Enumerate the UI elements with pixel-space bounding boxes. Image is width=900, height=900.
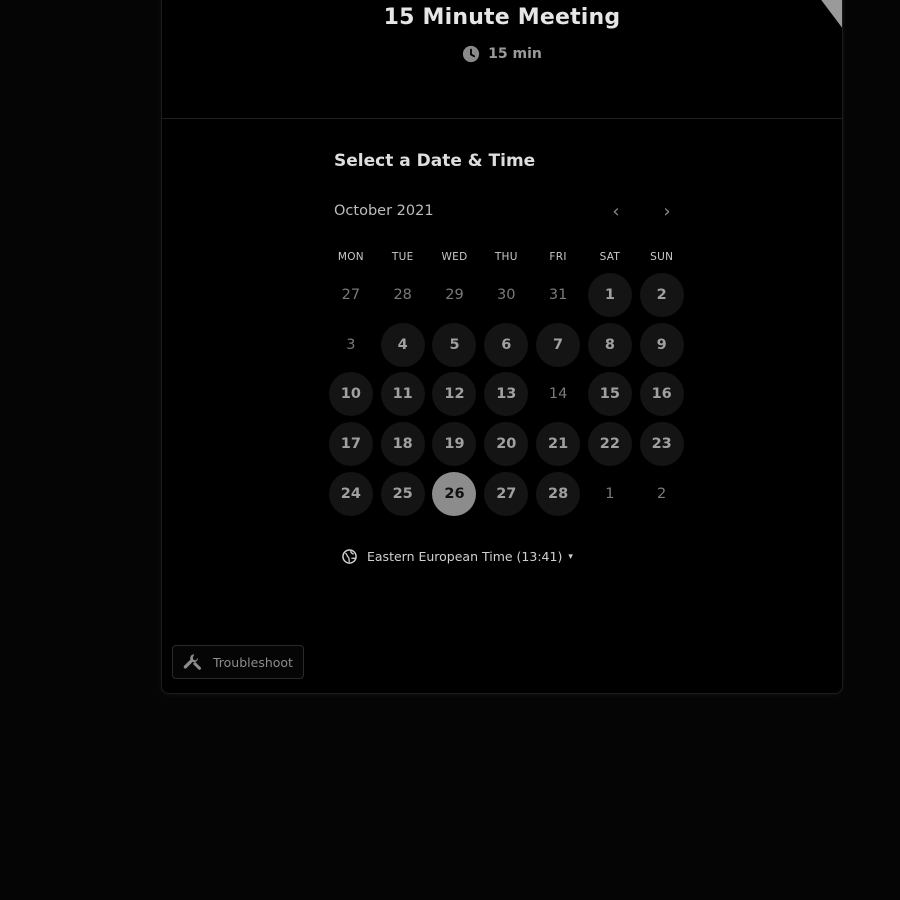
calendar-day-label: 21 bbox=[536, 421, 581, 466]
calendar-day-label: 19 bbox=[432, 421, 477, 466]
month-label: October 2021 bbox=[334, 203, 434, 219]
calendar-day[interactable]: 11 bbox=[377, 369, 429, 419]
calendar-day-label: 30 bbox=[497, 286, 516, 303]
weekday-label: FRI bbox=[549, 251, 567, 263]
calendar-day[interactable]: 1 bbox=[584, 270, 636, 320]
calendar-day: 2 bbox=[636, 469, 688, 519]
calendar-day-label: 18 bbox=[380, 421, 425, 466]
calendar-day-label: 8 bbox=[587, 322, 632, 367]
scheduling-card: 15 Minute Meeting 15 min Select a Date &… bbox=[161, 0, 843, 694]
event-duration: 15 min bbox=[162, 45, 842, 63]
calendar-day-label: 27 bbox=[341, 286, 361, 303]
calendar-day-label: 20 bbox=[484, 421, 529, 466]
calendar-day[interactable]: 23 bbox=[636, 419, 688, 469]
calendar-day: 31 bbox=[532, 270, 584, 320]
weekday-label: SAT bbox=[599, 251, 621, 263]
header-divider bbox=[162, 118, 842, 119]
calendar-day-label: 24 bbox=[328, 471, 373, 516]
calendar-day-label: 25 bbox=[380, 471, 425, 516]
calendar-day: 27 bbox=[325, 270, 377, 320]
calendar-day-label: 2 bbox=[639, 272, 684, 317]
weekday-label: MON bbox=[337, 251, 364, 263]
calendar-day[interactable]: 10 bbox=[325, 369, 377, 419]
calendar-day: 29 bbox=[429, 270, 481, 320]
calendar-day-label: 6 bbox=[484, 322, 529, 367]
weekday-label: THU bbox=[494, 251, 518, 263]
calendar-day[interactable]: 25 bbox=[377, 469, 429, 519]
calendar-day-selected[interactable]: 26 bbox=[429, 469, 481, 519]
calendar-day-label: 28 bbox=[393, 286, 412, 303]
calendar-day[interactable]: 9 bbox=[636, 320, 688, 370]
calendar-day-label: 10 bbox=[328, 372, 373, 417]
calendar-grid: 27 28 29 30 31 1 2 3 4 5 6 7 8 9 10 11 12 13 14 15 16 17 18 19 2… bbox=[325, 270, 688, 518]
calendar-day[interactable]: 21 bbox=[532, 419, 584, 469]
calendar-day-label: 14 bbox=[548, 386, 568, 403]
calendar-day[interactable]: 16 bbox=[636, 369, 688, 419]
timezone-label: Eastern European Time (13:41) bbox=[367, 549, 563, 564]
calendar-day[interactable]: 12 bbox=[429, 369, 481, 419]
calendar-day[interactable]: 22 bbox=[584, 419, 636, 469]
calendar-day: 3 bbox=[325, 320, 377, 370]
wrench-icon bbox=[183, 654, 201, 670]
calendar-day[interactable]: 4 bbox=[377, 320, 429, 370]
calendar-day-label: 17 bbox=[328, 421, 373, 466]
calendar-day-label: 7 bbox=[536, 322, 581, 367]
calendar-day-label: 1 bbox=[605, 485, 615, 502]
calendar-day-label: 5 bbox=[432, 322, 477, 367]
calendar-day: 28 bbox=[377, 270, 429, 320]
calendar-day[interactable]: 28 bbox=[532, 469, 584, 519]
calendar-day-label: 31 bbox=[548, 286, 568, 303]
calendar-day-label: 15 bbox=[587, 372, 632, 417]
globe-icon bbox=[342, 549, 357, 564]
calendar-day[interactable]: 15 bbox=[584, 369, 636, 419]
calendar-day-label: 23 bbox=[639, 421, 684, 466]
weekday-label: WED bbox=[441, 251, 468, 263]
calendar-day-label: 2 bbox=[657, 485, 667, 502]
calendar-day[interactable]: 13 bbox=[480, 369, 532, 419]
chevron-right-icon: › bbox=[663, 200, 671, 222]
calendar-day[interactable]: 27 bbox=[480, 469, 532, 519]
calendar-day-label: 13 bbox=[484, 372, 529, 417]
section-title: Select a Date & Time bbox=[334, 151, 536, 171]
calendar-day-label: 12 bbox=[432, 372, 477, 417]
calendar-day-label: 4 bbox=[380, 322, 425, 367]
calendar-day-label: 9 bbox=[639, 322, 684, 367]
caret-down-icon: ▾ bbox=[568, 551, 573, 562]
calendar-day: 30 bbox=[480, 270, 532, 320]
weekday-label: TUE bbox=[391, 251, 414, 263]
calendar-day[interactable]: 7 bbox=[532, 320, 584, 370]
troubleshoot-button[interactable]: Troubleshoot bbox=[172, 645, 304, 679]
calendar-day[interactable]: 17 bbox=[325, 419, 377, 469]
clock-icon bbox=[463, 45, 480, 63]
calendar-day-label: 16 bbox=[639, 372, 684, 417]
calendar-day-label: 22 bbox=[587, 421, 632, 466]
troubleshoot-label: Troubleshoot bbox=[213, 654, 293, 670]
prev-month-button[interactable]: ‹ bbox=[604, 199, 628, 223]
calendar-day[interactable]: 20 bbox=[480, 419, 532, 469]
calendar-day-label: 11 bbox=[380, 372, 425, 417]
timezone-selector[interactable]: Eastern European Time (13:41) ▾ bbox=[342, 549, 573, 564]
calendar-day[interactable]: 2 bbox=[636, 270, 688, 320]
calendar-day-label: 28 bbox=[536, 471, 581, 516]
calendar-day[interactable]: 5 bbox=[429, 320, 481, 370]
event-title: 15 Minute Meeting bbox=[383, 5, 621, 30]
calendar-day-label: 27 bbox=[484, 471, 529, 516]
chevron-left-icon: ‹ bbox=[612, 200, 620, 222]
duration-label: 15 min bbox=[488, 46, 542, 62]
calendar-day[interactable]: 8 bbox=[584, 320, 636, 370]
calendar-day-label: 29 bbox=[445, 286, 464, 303]
calendar-day[interactable]: 6 bbox=[480, 320, 532, 370]
weekday-header: MON TUE WED THU FRI SAT SUN bbox=[325, 251, 688, 263]
calendar-day[interactable]: 18 bbox=[377, 419, 429, 469]
calendar-day-label: 1 bbox=[587, 272, 632, 317]
calendar-day[interactable]: 19 bbox=[429, 419, 481, 469]
calendar-day: 14 bbox=[532, 369, 584, 419]
calendar-day-label: 26 bbox=[432, 471, 477, 516]
next-month-button[interactable]: › bbox=[655, 199, 679, 223]
calendar-day[interactable]: 24 bbox=[325, 469, 377, 519]
calendar-day-label: 3 bbox=[346, 336, 356, 353]
weekday-label: SUN bbox=[650, 251, 674, 263]
calendar-day: 1 bbox=[584, 469, 636, 519]
